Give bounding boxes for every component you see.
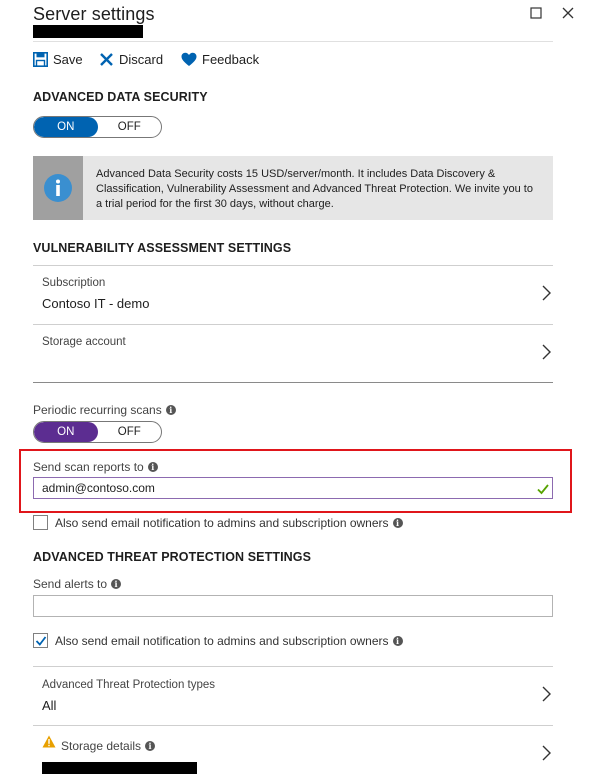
storage-account-row[interactable]: Storage account: [33, 325, 553, 382]
discard-label: Discard: [119, 52, 164, 67]
discard-icon: [99, 52, 114, 67]
divider: [33, 382, 553, 383]
chevron-right-icon: [539, 744, 555, 767]
save-label: Save: [53, 52, 83, 67]
scan-email-admins-label-group: Also send email notification to admins a…: [55, 516, 403, 530]
periodic-scans-toggle[interactable]: ON OFF: [33, 421, 162, 443]
save-button[interactable]: Save: [33, 52, 83, 67]
threat-types-label: Advanced Threat Protection types: [42, 679, 216, 691]
storage-details-label-group: Storage details i: [61, 739, 156, 753]
checkmark-icon: [537, 482, 549, 500]
storage-account-label: Storage account: [42, 336, 126, 348]
send-alerts-label-group: Send alerts to i: [33, 577, 122, 591]
chevron-right-icon: [539, 284, 555, 307]
threat-email-admins-label-group: Also send email notification to admins a…: [55, 634, 403, 648]
scan-email-admins-checkbox[interactable]: [33, 515, 48, 530]
advanced-data-security-toggle[interactable]: ON OFF: [33, 116, 162, 138]
checkmark-icon: [35, 635, 46, 646]
info-tooltip-icon[interactable]: i: [145, 741, 156, 751]
periodic-scans-label: Periodic recurring scans: [33, 403, 162, 417]
info-icon: [33, 156, 83, 220]
send-scan-reports-label-group: Send scan reports to i: [33, 460, 158, 474]
feedback-button[interactable]: Feedback: [181, 52, 259, 67]
advanced-data-security-heading: ADVANCED DATA SECURITY: [33, 90, 208, 104]
info-tooltip-icon[interactable]: i: [165, 405, 176, 415]
restore-icon[interactable]: [527, 4, 545, 22]
send-scan-reports-label: Send scan reports to: [33, 460, 144, 474]
storage-details-label: Storage details: [61, 739, 142, 753]
toggle-on-option[interactable]: ON: [34, 117, 98, 137]
info-tooltip-icon[interactable]: i: [111, 579, 122, 589]
vulnerability-assessment-heading: VULNERABILITY ASSESSMENT SETTINGS: [33, 241, 292, 255]
info-text: Advanced Data Security costs 15 USD/serv…: [96, 168, 533, 210]
feedback-label: Feedback: [202, 52, 260, 67]
scan-email-admins-label: Also send email notification to admins a…: [55, 516, 389, 530]
send-scan-reports-input[interactable]: admin@contoso.com: [33, 477, 553, 499]
chevron-right-icon: [539, 343, 555, 366]
toggle-off-option[interactable]: OFF: [98, 422, 162, 442]
threat-protection-heading: ADVANCED THREAT PROTECTION SETTINGS: [33, 550, 312, 564]
storage-details-row[interactable]: Storage details i: [33, 726, 553, 783]
subscription-label: Subscription: [42, 277, 106, 289]
info-tooltip-icon[interactable]: i: [392, 518, 403, 528]
toggle-on-option[interactable]: ON: [34, 422, 98, 442]
toggle-off-option[interactable]: OFF: [98, 117, 162, 137]
threat-types-row[interactable]: Advanced Threat Protection types All: [33, 667, 553, 725]
send-alerts-input[interactable]: [33, 595, 553, 617]
threat-email-admins-label: Also send email notification to admins a…: [55, 634, 389, 648]
close-icon[interactable]: [559, 4, 577, 22]
threat-email-admins-checkbox[interactable]: [33, 633, 48, 648]
warning-icon: [42, 735, 56, 753]
heart-icon: [181, 52, 197, 67]
send-scan-reports-value: admin@contoso.com: [42, 481, 155, 495]
subscription-row[interactable]: Subscription Contoso IT - demo: [33, 266, 553, 324]
info-tooltip-icon[interactable]: i: [147, 462, 158, 472]
threat-types-value: All: [42, 698, 57, 713]
redacted-storage-value: [42, 762, 197, 774]
discard-button[interactable]: Discard: [99, 52, 163, 67]
send-alerts-label: Send alerts to: [33, 577, 108, 591]
periodic-scans-label-group: Periodic recurring scans i: [33, 403, 176, 417]
subscription-value: Contoso IT - demo: [42, 296, 150, 311]
header-divider: [33, 41, 553, 42]
chevron-right-icon: [539, 685, 555, 708]
save-icon: [33, 52, 48, 67]
redacted-subtitle: [33, 25, 143, 38]
page-title: Server settings: [33, 4, 155, 24]
info-tooltip-icon[interactable]: i: [392, 636, 403, 646]
